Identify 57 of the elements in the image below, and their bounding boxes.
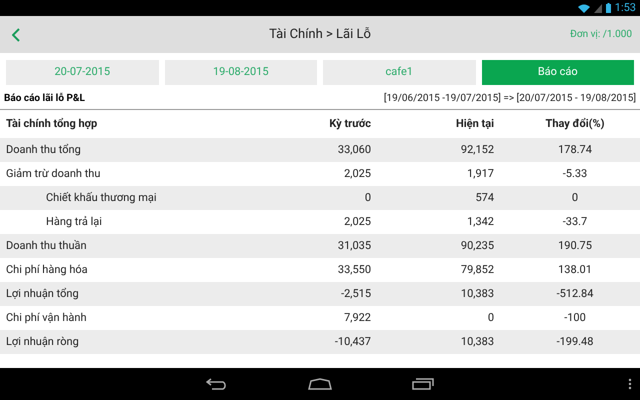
wifi-icon [578,4,590,12]
table-cell-text: 31,035 [336,238,371,254]
table-cell-text: 0 [486,310,494,326]
table-cell-text: 574 [474,190,494,206]
row-label: Doanh thu thuần [5,238,88,254]
table-cell-text: 0 [570,190,580,206]
row-label: Chi phí vận hành [5,310,88,326]
overflow-menu-icon[interactable] [628,378,632,390]
home-icon[interactable] [308,378,332,390]
table-cell-text: 10,383 [460,334,494,350]
back-arrow-icon[interactable] [206,378,228,390]
row-label: Chi phí hàng hóa [5,262,89,278]
table-cell-text: 138.01 [557,262,593,278]
row-label: Lợi nhuận tổng [5,286,80,302]
row-label: Hàng trả lại [45,214,103,230]
report-title: Báo cáo lãi lỗ P&L [4,92,85,106]
table-cell-text: 0 [364,190,371,206]
column-header: Kỳ trước [328,116,371,132]
signal-icon [594,4,602,12]
table-cell-text: -2,515 [340,286,371,302]
unit-label: Đơn vị: /1.000 [570,28,632,42]
table-cell-text: -5.33 [562,166,588,182]
table-cell-text: -199.48 [556,334,594,350]
table-cell-text: -33.7 [562,214,588,230]
battery-icon [606,3,611,13]
table-cell-text: 33,060 [336,142,371,158]
table-cell-text: 2,025 [343,214,371,230]
column-header: Thay đổi(%) [544,116,606,132]
filter-field[interactable]: 19-08-2015 [164,60,317,85]
table-cell-text: 90,235 [460,238,494,254]
row-label: Chiết khấu thương mại [45,190,158,206]
table-cell-text: -100 [563,310,587,326]
column-header: Tài chính tổng hợp [5,116,98,132]
table-cell-text: 92,152 [460,142,494,158]
row-label: Giảm trừ doanh thu [5,166,102,182]
table-cell-text: 2,025 [343,166,371,182]
table-cell-text: 79,852 [460,262,494,278]
table-cell-text: 33,550 [336,262,371,278]
row-label: Lợi nhuận ròng [5,334,80,350]
recent-apps-icon[interactable] [412,378,434,390]
table-cell-text: 178.74 [557,142,593,158]
report-button[interactable]: Báo cáo [482,60,634,85]
table-cell-text: 10,383 [460,286,494,302]
table-cell-text: 7,922 [343,310,371,326]
table-cell-text: -10,437 [334,334,371,350]
row-label: Doanh thu tổng [5,142,82,158]
page-title: Tài Chính > Lãi Lỗ [269,26,371,44]
table-cell-text: 1,342 [466,214,494,230]
filter-field[interactable]: 20-07-2015 [6,60,158,85]
table-cell-text: 1,917 [466,166,494,182]
clock-time: 1:53 [614,0,636,16]
chevron-left-icon [12,28,20,42]
column-header: Hiện tại [454,116,494,132]
report-period: [19/06/2015 -19/07/2015] => [20/07/2015 - 19/08/2015] [384,92,636,106]
table-cell-text: 190.75 [557,238,593,254]
filter-field[interactable]: cafe1 [323,60,476,85]
table-cell-text: -512.84 [556,286,594,302]
